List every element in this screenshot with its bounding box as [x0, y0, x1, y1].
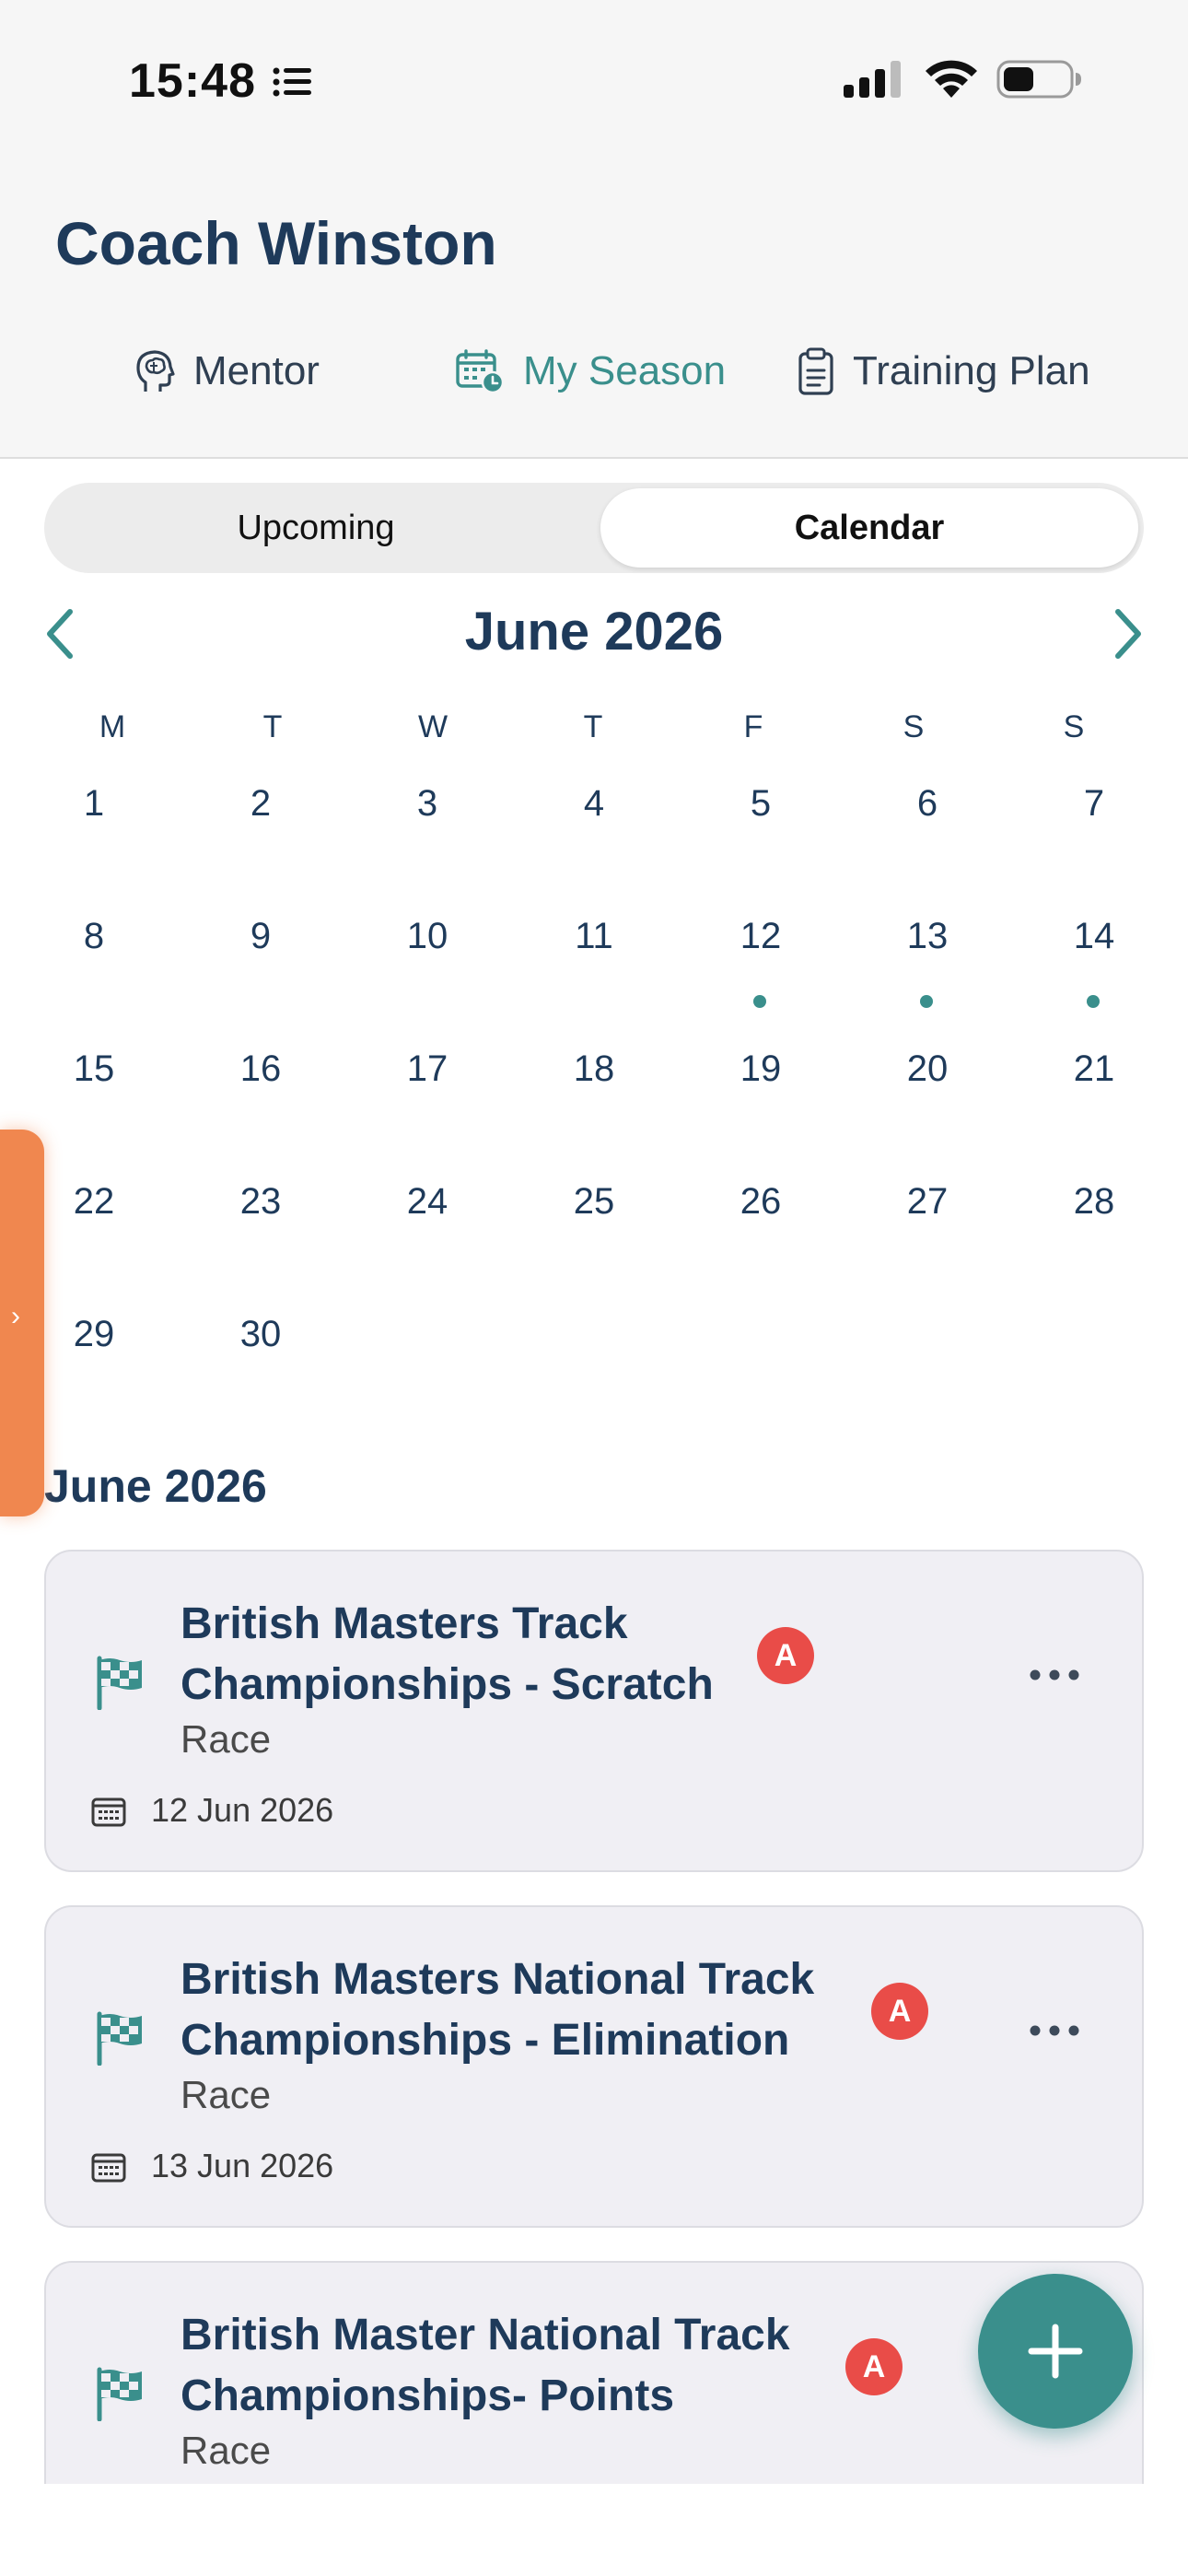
- checkered-flag-icon: [97, 1656, 142, 1710]
- calendar-day[interactable]: 6: [872, 783, 983, 894]
- tab-training-plan-label: Training Plan: [853, 348, 1090, 393]
- calendar-day[interactable]: 27: [872, 1181, 983, 1292]
- calendar-day[interactable]: 25: [539, 1181, 649, 1292]
- weekday-label: S: [1063, 709, 1085, 744]
- event-date: 12 Jun 2026: [151, 1791, 334, 1829]
- calendar-day[interactable]: 14: [1039, 916, 1149, 1026]
- priority-badge: A: [757, 1627, 814, 1684]
- segment-upcoming[interactable]: Upcoming: [50, 488, 582, 568]
- segment-calendar[interactable]: Calendar: [600, 488, 1138, 568]
- checkered-flag-icon: [97, 2011, 142, 2066]
- priority-badge: A: [845, 2338, 903, 2395]
- chevron-right-icon: ›: [11, 1301, 20, 1331]
- plus-icon: [1028, 2324, 1083, 2379]
- event-dot-indicator: [1087, 995, 1100, 1008]
- event-dot-indicator: [753, 995, 766, 1008]
- view-segmented-control: Upcoming Calendar: [44, 483, 1144, 573]
- calendar-day[interactable]: 13: [872, 916, 983, 1026]
- calendar-day[interactable]: 4: [539, 783, 649, 894]
- weekday-label: F: [743, 709, 763, 744]
- status-time: 15:48: [129, 54, 256, 108]
- battery-icon: [996, 60, 1081, 99]
- priority-badge: A: [871, 1983, 928, 2040]
- calendar-day[interactable]: 5: [705, 783, 816, 894]
- checkered-flag-icon: [97, 2367, 142, 2421]
- weekday-label: W: [417, 709, 448, 744]
- event-date: 13 Jun 2026: [151, 2147, 334, 2184]
- weekday-label: S: [903, 709, 925, 744]
- event-title: British Masters National Track Champions…: [181, 1955, 815, 2065]
- calendar-day[interactable]: 3: [372, 783, 483, 894]
- weekday-label: T: [583, 709, 603, 744]
- weekday-label: T: [262, 709, 283, 744]
- side-drawer-handle[interactable]: ›: [0, 1130, 44, 1516]
- weekday-label: M: [99, 709, 126, 744]
- event-title: British Master National Track Championsh…: [181, 2311, 790, 2420]
- calendar-day[interactable]: 22: [39, 1181, 149, 1292]
- calendar-day[interactable]: 8: [39, 916, 149, 1026]
- calendar-day[interactable]: 19: [705, 1048, 816, 1159]
- event-dot-indicator: [920, 995, 933, 1008]
- more-options-icon[interactable]: [1028, 2021, 1081, 2040]
- tab-mentor[interactable]: Mentor: [134, 341, 320, 402]
- calendar-day[interactable]: 23: [205, 1181, 316, 1292]
- focus-list-icon: [273, 67, 311, 97]
- event-title: British Masters Track Championships - Sc…: [181, 1599, 714, 1709]
- tab-mentor-label: Mentor: [193, 348, 320, 393]
- next-month-chevron-icon[interactable]: [1103, 604, 1149, 663]
- events-month-heading: June 2026: [44, 1460, 267, 1512]
- calendar-day[interactable]: 2: [205, 783, 316, 894]
- calendar-day[interactable]: 28: [1039, 1181, 1149, 1292]
- calendar-day[interactable]: 30: [205, 1314, 316, 1424]
- calendar-days-grid: 1 2 3 4 5 6 7 8 9 10 11 12 13 14 15 16 1…: [0, 783, 1188, 1446]
- calendar-day[interactable]: 11: [539, 916, 649, 1026]
- wifi-icon: [926, 60, 977, 98]
- page-title: Coach Winston: [55, 209, 497, 277]
- event-type: Race: [181, 1717, 272, 1761]
- calendar-day[interactable]: 24: [372, 1181, 483, 1292]
- event-type: Race: [181, 2429, 272, 2472]
- event-card[interactable]: British Masters Track Championships - Sc…: [44, 1550, 1144, 1872]
- event-card[interactable]: British Masters National Track Champions…: [44, 1905, 1144, 2228]
- add-event-button[interactable]: [978, 2274, 1133, 2429]
- calendar-day[interactable]: 20: [872, 1048, 983, 1159]
- calendar-day[interactable]: 9: [205, 916, 316, 1026]
- calendar-icon: [91, 1797, 126, 1827]
- app-header: 15:48 Coach Winston Mentor My Season Tra…: [0, 0, 1188, 459]
- calendar-day[interactable]: 12: [705, 916, 816, 1026]
- calendar-day[interactable]: 7: [1039, 783, 1149, 894]
- more-options-icon[interactable]: [1028, 1666, 1081, 1684]
- weekday-header-row: M T W T F S S: [0, 709, 1188, 755]
- tab-training-plan[interactable]: Training Plan: [798, 341, 1090, 402]
- clipboard-icon: [798, 347, 833, 395]
- calendar-icon: [91, 2153, 126, 2183]
- calendar-month-title: June 2026: [464, 602, 724, 662]
- calendar-day[interactable]: 18: [539, 1048, 649, 1159]
- calendar-day[interactable]: 17: [372, 1048, 483, 1159]
- event-type: Race: [181, 2073, 272, 2116]
- calendar-day[interactable]: 1: [39, 783, 149, 894]
- brain-head-icon: [136, 350, 175, 392]
- calendar-day[interactable]: 26: [705, 1181, 816, 1292]
- calendar-clock-icon: [456, 349, 505, 394]
- calendar-day[interactable]: 29: [39, 1314, 149, 1424]
- tab-my-season[interactable]: My Season: [455, 341, 726, 402]
- bottom-safe-area: [0, 2484, 1188, 2576]
- cellular-signal-icon: [844, 61, 901, 98]
- calendar-day[interactable]: 10: [372, 916, 483, 1026]
- tab-my-season-label: My Season: [523, 348, 727, 393]
- calendar-day[interactable]: 16: [205, 1048, 316, 1159]
- calendar-day[interactable]: 15: [39, 1048, 149, 1159]
- calendar-day[interactable]: 21: [1039, 1048, 1149, 1159]
